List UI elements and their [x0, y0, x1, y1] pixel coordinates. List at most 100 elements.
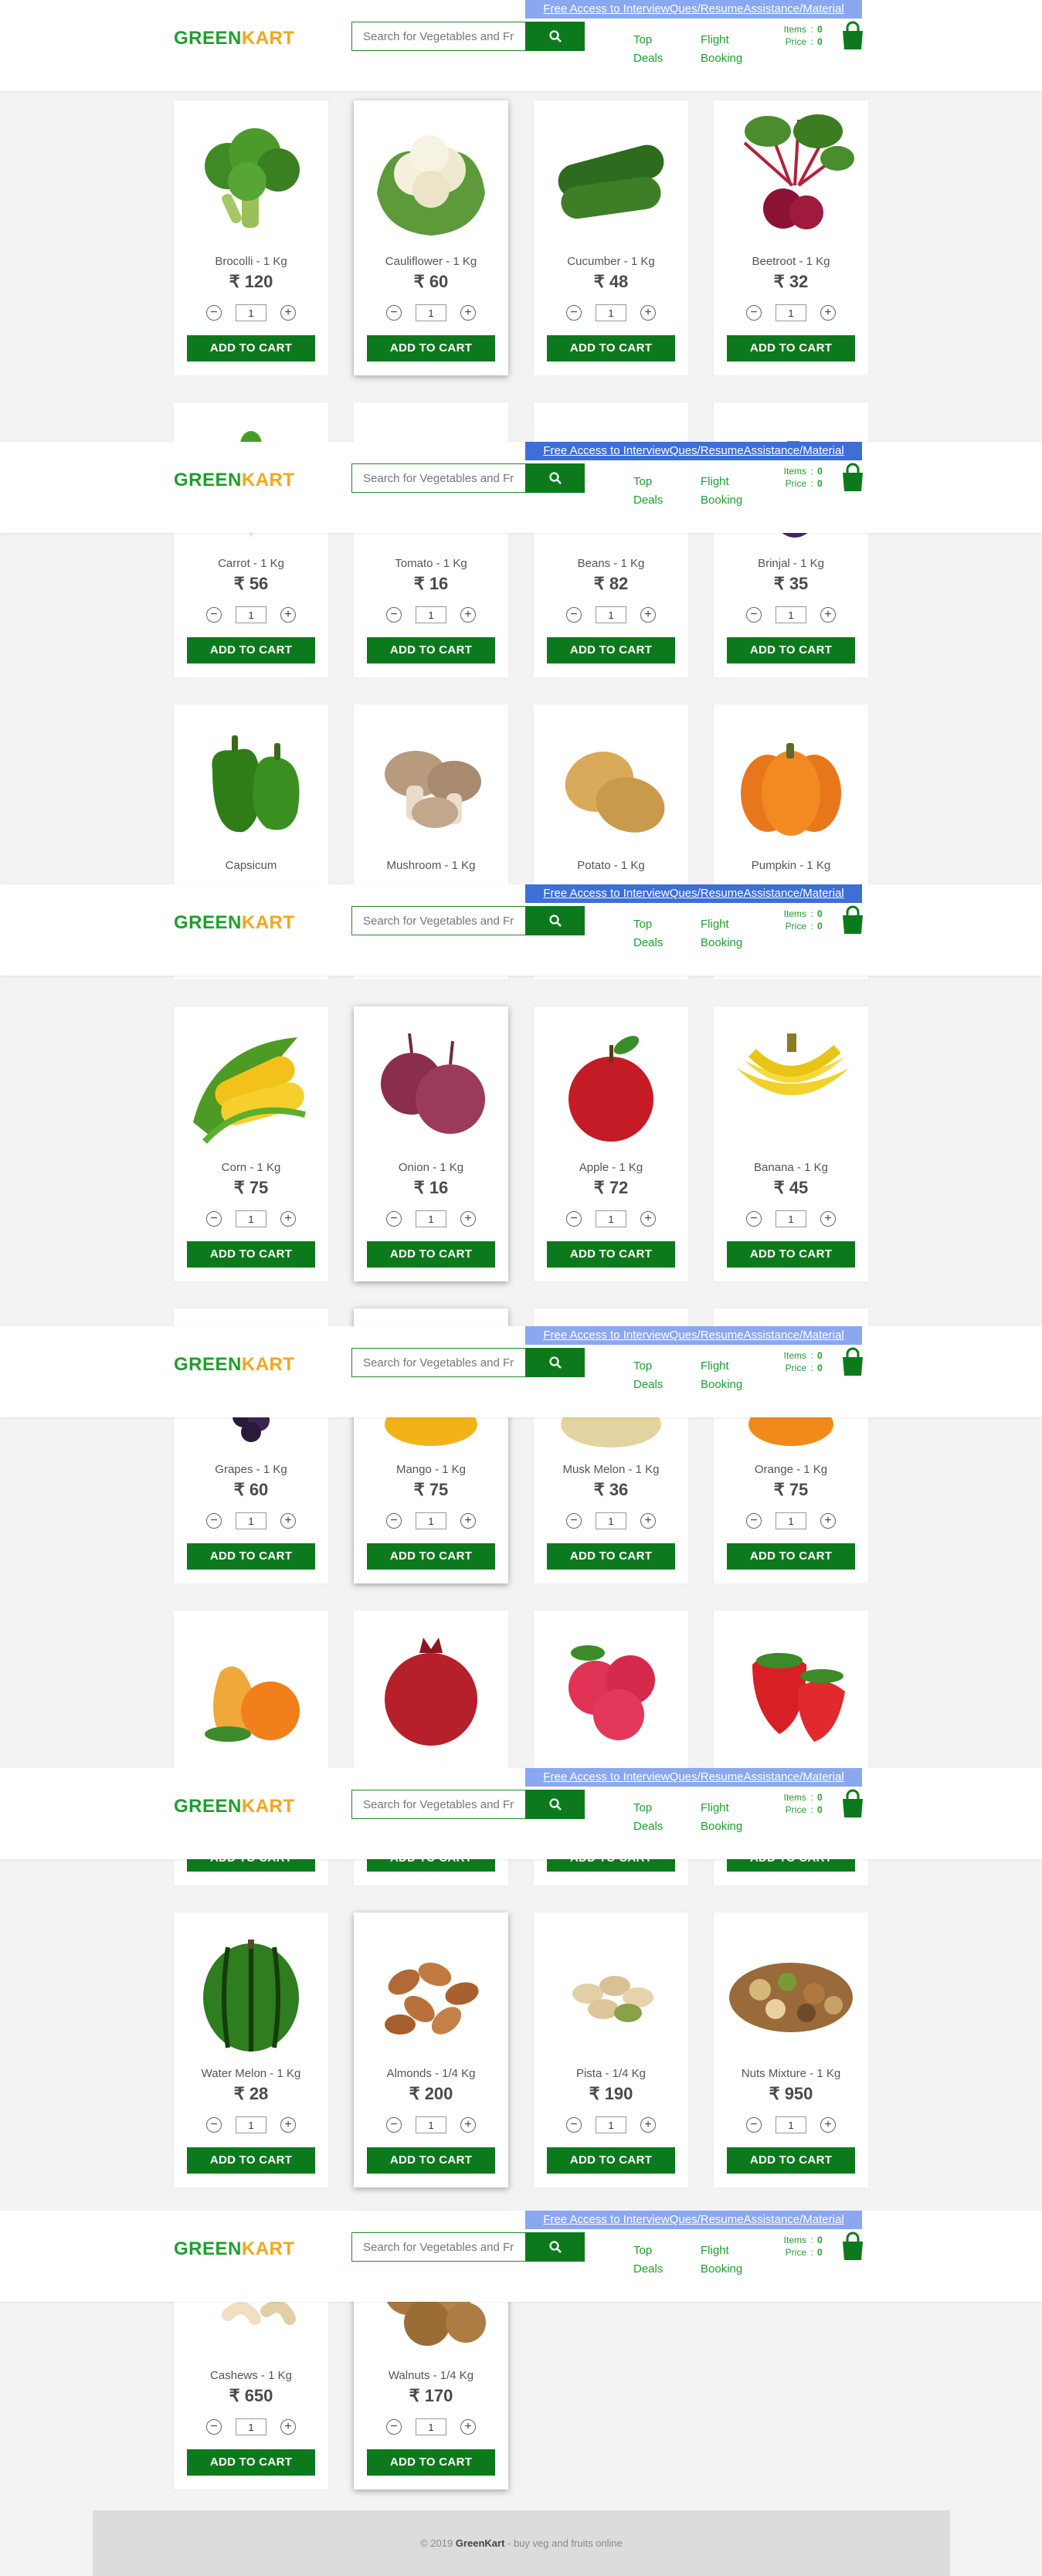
decrement-button[interactable]: −: [386, 1513, 402, 1529]
increment-button[interactable]: +: [280, 2117, 296, 2133]
promo-link[interactable]: Free Access to InterviewQues/ResumeAssis…: [525, 884, 862, 903]
quantity-input[interactable]: [236, 1512, 266, 1529]
add-to-cart-button[interactable]: ADD TO CART: [187, 335, 315, 361]
increment-button[interactable]: +: [280, 305, 296, 321]
cart-bag-icon[interactable]: [840, 1347, 865, 1376]
add-to-cart-button[interactable]: ADD TO CART: [367, 637, 495, 664]
add-to-cart-button[interactable]: ADD TO CART: [367, 1543, 495, 1570]
decrement-button[interactable]: −: [746, 305, 762, 321]
search-button[interactable]: [525, 463, 585, 493]
add-to-cart-button[interactable]: ADD TO CART: [547, 335, 675, 361]
add-to-cart-button[interactable]: ADD TO CART: [547, 1241, 675, 1268]
quantity-input[interactable]: [236, 2418, 266, 2435]
top-deals-link[interactable]: Top Deals: [633, 1799, 664, 1836]
quantity-input[interactable]: [776, 1512, 806, 1529]
search-input[interactable]: [351, 2232, 525, 2262]
add-to-cart-button[interactable]: ADD TO CART: [727, 637, 855, 664]
quantity-input[interactable]: [236, 2116, 266, 2133]
increment-button[interactable]: +: [640, 1513, 656, 1529]
increment-button[interactable]: +: [280, 2419, 296, 2435]
decrement-button[interactable]: −: [746, 2117, 762, 2133]
search-button[interactable]: [525, 2232, 585, 2262]
increment-button[interactable]: +: [820, 305, 836, 321]
search-button[interactable]: [525, 906, 585, 935]
add-to-cart-button[interactable]: ADD TO CART: [547, 637, 675, 664]
search-input[interactable]: [351, 1348, 525, 1377]
add-to-cart-button[interactable]: ADD TO CART: [187, 1543, 315, 1570]
cart-bag-icon[interactable]: [840, 1789, 865, 1818]
decrement-button[interactable]: −: [566, 2117, 582, 2133]
add-to-cart-button[interactable]: ADD TO CART: [187, 637, 315, 664]
promo-link[interactable]: Free Access to InterviewQues/ResumeAssis…: [525, 1326, 862, 1345]
flight-booking-link[interactable]: Flight Booking: [701, 915, 742, 952]
search-input[interactable]: [351, 22, 525, 51]
promo-link[interactable]: Free Access to InterviewQues/ResumeAssis…: [525, 0, 862, 19]
quantity-input[interactable]: [596, 304, 626, 321]
add-to-cart-button[interactable]: ADD TO CART: [367, 335, 495, 361]
cart-bag-icon[interactable]: [840, 463, 865, 492]
quantity-input[interactable]: [416, 606, 446, 623]
cart-bag-icon[interactable]: [840, 2232, 865, 2261]
top-deals-link[interactable]: Top Deals: [633, 31, 664, 68]
quantity-input[interactable]: [416, 2116, 446, 2133]
quantity-input[interactable]: [236, 606, 266, 623]
decrement-button[interactable]: −: [206, 2117, 222, 2133]
cart-bag-icon[interactable]: [840, 905, 865, 935]
decrement-button[interactable]: −: [386, 2419, 402, 2435]
increment-button[interactable]: +: [460, 2117, 476, 2133]
decrement-button[interactable]: −: [746, 1513, 762, 1529]
decrement-button[interactable]: −: [386, 305, 402, 321]
decrement-button[interactable]: −: [206, 1513, 222, 1529]
increment-button[interactable]: +: [820, 1211, 836, 1227]
flight-booking-link[interactable]: Flight Booking: [701, 1357, 742, 1394]
decrement-button[interactable]: −: [566, 1211, 582, 1227]
increment-button[interactable]: +: [640, 607, 656, 623]
cart-bag-icon[interactable]: [840, 21, 865, 50]
quantity-input[interactable]: [236, 304, 266, 321]
add-to-cart-button[interactable]: ADD TO CART: [727, 1543, 855, 1570]
quantity-input[interactable]: [776, 1210, 806, 1227]
flight-booking-link[interactable]: Flight Booking: [701, 473, 742, 510]
quantity-input[interactable]: [596, 606, 626, 623]
add-to-cart-button[interactable]: ADD TO CART: [367, 1241, 495, 1268]
quantity-input[interactable]: [776, 304, 806, 321]
quantity-input[interactable]: [596, 2116, 626, 2133]
add-to-cart-button[interactable]: ADD TO CART: [727, 335, 855, 361]
add-to-cart-button[interactable]: ADD TO CART: [367, 2147, 495, 2174]
quantity-input[interactable]: [416, 1210, 446, 1227]
promo-link[interactable]: Free Access to InterviewQues/ResumeAssis…: [525, 1768, 862, 1787]
flight-booking-link[interactable]: Flight Booking: [701, 1799, 742, 1836]
decrement-button[interactable]: −: [746, 607, 762, 623]
promo-link[interactable]: Free Access to InterviewQues/ResumeAssis…: [525, 442, 862, 460]
increment-button[interactable]: +: [460, 305, 476, 321]
increment-button[interactable]: +: [820, 1513, 836, 1529]
quantity-input[interactable]: [776, 2116, 806, 2133]
search-input[interactable]: [351, 906, 525, 935]
top-deals-link[interactable]: Top Deals: [633, 1357, 664, 1394]
add-to-cart-button[interactable]: ADD TO CART: [547, 1543, 675, 1570]
increment-button[interactable]: +: [280, 1513, 296, 1529]
top-deals-link[interactable]: Top Deals: [633, 2242, 664, 2279]
decrement-button[interactable]: −: [206, 607, 222, 623]
decrement-button[interactable]: −: [566, 1513, 582, 1529]
flight-booking-link[interactable]: Flight Booking: [701, 2242, 742, 2279]
decrement-button[interactable]: −: [746, 1211, 762, 1227]
increment-button[interactable]: +: [460, 1513, 476, 1529]
add-to-cart-button[interactable]: ADD TO CART: [187, 1241, 315, 1268]
add-to-cart-button[interactable]: ADD TO CART: [727, 1241, 855, 1268]
increment-button[interactable]: +: [460, 2419, 476, 2435]
add-to-cart-button[interactable]: ADD TO CART: [727, 2147, 855, 2174]
increment-button[interactable]: +: [460, 1211, 476, 1227]
search-button[interactable]: [525, 22, 585, 51]
promo-link[interactable]: Free Access to InterviewQues/ResumeAssis…: [525, 2211, 862, 2229]
add-to-cart-button[interactable]: ADD TO CART: [187, 2449, 315, 2476]
increment-button[interactable]: +: [820, 607, 836, 623]
add-to-cart-button[interactable]: ADD TO CART: [367, 2449, 495, 2476]
quantity-input[interactable]: [596, 1512, 626, 1529]
top-deals-link[interactable]: Top Deals: [633, 915, 664, 952]
decrement-button[interactable]: −: [386, 607, 402, 623]
increment-button[interactable]: +: [820, 2117, 836, 2133]
quantity-input[interactable]: [416, 1512, 446, 1529]
decrement-button[interactable]: −: [566, 607, 582, 623]
search-input[interactable]: [351, 463, 525, 493]
